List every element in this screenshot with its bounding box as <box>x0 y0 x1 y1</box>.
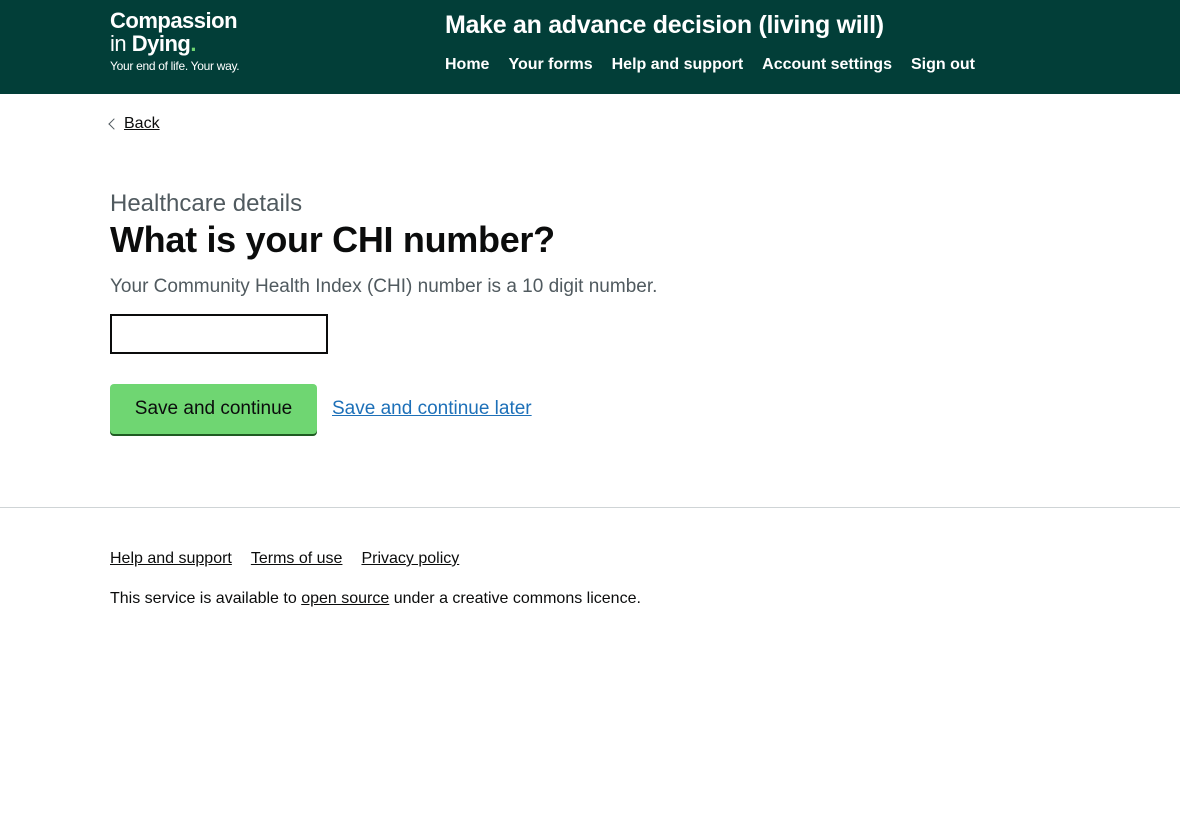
footer-links: Help and support Terms of use Privacy po… <box>110 548 459 570</box>
page-caption: Healthcare details <box>110 190 303 217</box>
save-and-continue-later-link[interactable]: Save and continue later <box>332 396 532 422</box>
chevron-left-icon <box>108 118 120 130</box>
chi-hint: Your Community Health Index (CHI) number… <box>110 276 658 297</box>
back-link-label: Back <box>124 115 160 132</box>
nav-sign-out[interactable]: Sign out <box>911 54 975 76</box>
logo-line1: Compassion <box>110 8 238 33</box>
site-header: Compassion in Dying. Your end of life. Y… <box>0 0 1180 94</box>
compassion-in-dying-logo[interactable]: Compassion in Dying. Your end of life. Y… <box>110 8 240 76</box>
page-title: What is your CHI number? <box>110 219 555 260</box>
nav-help-and-support[interactable]: Help and support <box>612 54 744 76</box>
logo-tagline: Your end of life. Your way. <box>110 59 240 73</box>
main-nav: Home Your forms Help and support Account… <box>445 54 975 76</box>
nav-account-settings[interactable]: Account settings <box>762 54 892 76</box>
logo-line2-bold: Dying <box>131 31 191 56</box>
licence-text: This service is available to open source… <box>110 588 641 610</box>
open-source-link[interactable]: open source <box>301 590 389 607</box>
nav-home[interactable]: Home <box>445 54 489 76</box>
site-footer: Help and support Terms of use Privacy po… <box>0 507 1180 820</box>
service-name: Make an advance decision (living will) <box>445 11 884 39</box>
licence-suffix: under a creative commons licence. <box>389 590 641 607</box>
nav-your-forms[interactable]: Your forms <box>508 54 592 76</box>
footer-privacy-policy-link[interactable]: Privacy policy <box>361 548 459 570</box>
logo-line2-prefix: in <box>110 31 127 56</box>
save-and-continue-button[interactable]: Save and continue <box>110 384 317 434</box>
footer-terms-of-use-link[interactable]: Terms of use <box>251 548 343 570</box>
footer-help-and-support-link[interactable]: Help and support <box>110 548 232 570</box>
chi-number-input[interactable] <box>110 314 328 354</box>
back-link[interactable]: Back <box>108 114 160 134</box>
logo-dot: . <box>190 31 196 56</box>
logo-line2: in Dying. <box>110 32 239 56</box>
licence-prefix: This service is available to <box>110 590 302 607</box>
